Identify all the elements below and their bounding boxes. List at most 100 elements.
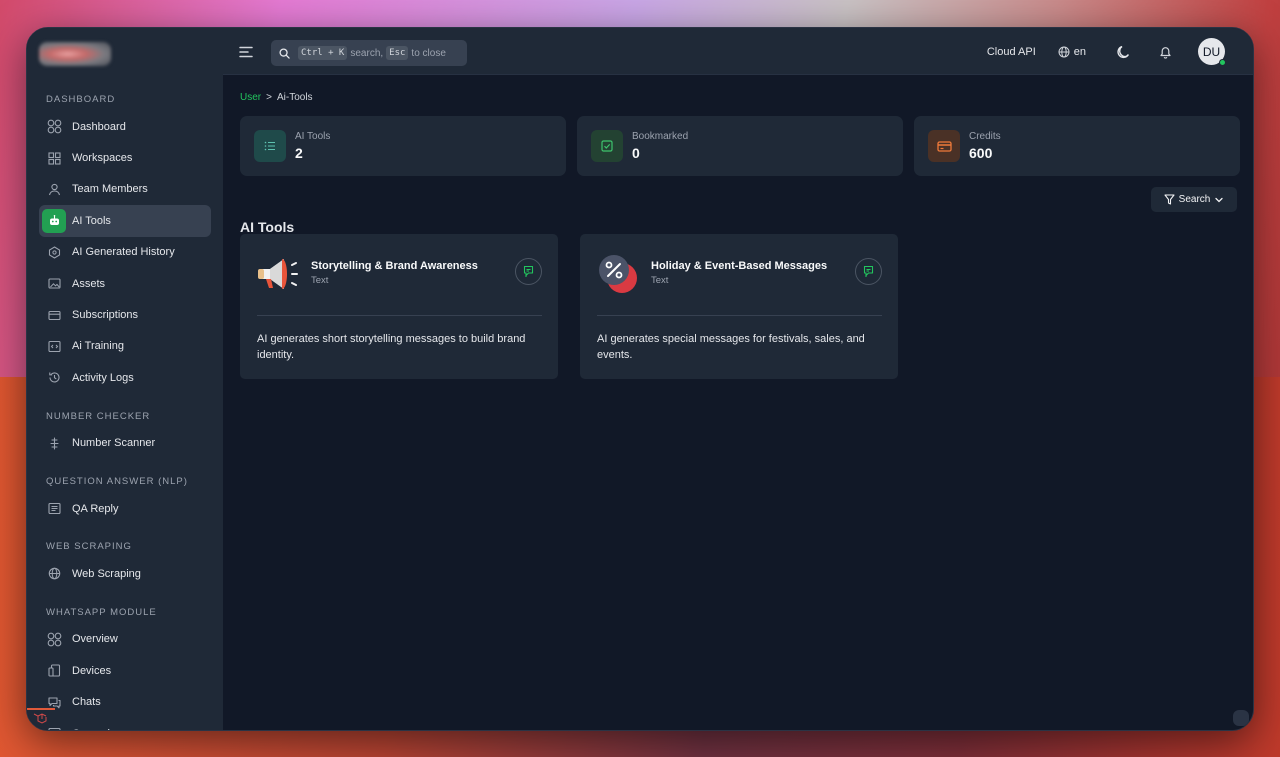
card-divider: [257, 315, 542, 316]
bookmark-icon: [862, 265, 875, 278]
stat-text: Credits 600: [969, 131, 1001, 161]
sidebar-item-label: AI Generated History: [72, 246, 175, 259]
sidebar-item-label: Chats: [72, 696, 101, 709]
dark-mode-toggle-icon[interactable]: [1114, 43, 1132, 61]
sidebar-item-overview[interactable]: Overview: [39, 624, 211, 655]
sidebar-item-label: Number Scanner: [72, 437, 156, 450]
sidebar: DASHBOARD Dashboard Workspaces Team Members…: [27, 28, 223, 730]
search-hint: search,: [350, 47, 384, 59]
logo[interactable]: [39, 42, 111, 66]
sidebar-item-label: Dashboard: [72, 120, 126, 133]
stat-text: Bookmarked 0: [632, 131, 688, 161]
sidebar-item-assets[interactable]: Assets: [39, 268, 211, 299]
sidebar-section-title: WHATSAPP MODULE: [46, 606, 157, 618]
resize-handle[interactable]: [1233, 710, 1249, 726]
tool-card[interactable]: Storytelling & Brand Awareness Text AI gen…: [240, 234, 558, 379]
bell-icon[interactable]: [1156, 43, 1174, 61]
sidebar-item-label: Team Members: [72, 183, 148, 196]
stat-card-credits: Credits 600: [914, 116, 1240, 176]
page-title: AI Tools: [240, 219, 295, 235]
sidebar-item-label: Subscriptions: [72, 309, 139, 322]
breadcrumb-user[interactable]: User: [240, 92, 261, 103]
sidebar-section-title: DASHBOARD: [46, 94, 116, 105]
main-content: User > Ai-Tools AI Tools 2 Bookmarked 0 Credit…: [223, 75, 1253, 730]
sidebar-item-ai-training[interactable]: Ai Training: [39, 331, 211, 362]
cloud-api-link[interactable]: Cloud API: [987, 46, 1036, 58]
list-icon: [254, 130, 286, 162]
sidebar-item-team-members[interactable]: Team Members: [39, 174, 211, 205]
sidebar-item-label: Ai Training: [72, 340, 124, 353]
online-status-dot: [1219, 59, 1226, 66]
search-filter-button[interactable]: Search: [1151, 187, 1237, 212]
grid-icon: [46, 119, 62, 135]
sidebar-nav: DASHBOARD Dashboard Workspaces Team Members…: [39, 83, 211, 730]
tool-type: Text: [311, 275, 329, 286]
globe-icon: [1058, 46, 1074, 58]
stat-label: Bookmarked: [632, 131, 689, 142]
stat-value: 2: [295, 145, 303, 161]
sidebar-item-activity-logs[interactable]: Activity Logs: [39, 362, 211, 393]
tool-card[interactable]: Holiday & Event-Based Messages Text AI gen…: [580, 234, 898, 379]
credit-card-icon: [928, 130, 960, 162]
filter-icon: [1160, 194, 1179, 205]
scanner-icon: [46, 435, 62, 451]
avatar-initials: DU: [1202, 44, 1221, 59]
menu-toggle-icon[interactable]: [239, 45, 253, 58]
breadcrumb-separator: >: [266, 92, 272, 103]
check-icon: [591, 130, 623, 162]
sidebar-item-subscriptions[interactable]: Subscriptions: [39, 299, 211, 330]
search-input[interactable]: Ctrl + K search, Esc to close: [271, 40, 467, 66]
tool-title[interactable]: Storytelling & Brand Awareness: [311, 260, 478, 272]
devices-icon: [46, 663, 62, 679]
language-label: en: [1073, 45, 1086, 58]
sidebar-item-label: Web Scraping: [72, 567, 141, 580]
history-icon: [46, 370, 62, 386]
breadcrumb: User > Ai-Tools: [240, 92, 313, 103]
stat-value: 600: [969, 145, 993, 161]
sidebar-item-number-scanner[interactable]: Number Scanner: [39, 428, 211, 459]
sidebar-item-label: Workspaces: [72, 152, 133, 165]
sidebar-item-label: AI Tools: [72, 214, 111, 227]
sidebar-item-label: QA Reply: [72, 502, 119, 515]
sidebar-bottom-accent: [27, 708, 55, 710]
bookmark-button[interactable]: [855, 258, 882, 285]
stat-value: 0: [632, 145, 640, 161]
language-selector[interactable]: en: [1058, 46, 1086, 58]
grid-icon: [46, 631, 62, 647]
laravel-icon: [33, 712, 49, 726]
tool-title[interactable]: Holiday & Event-Based Messages: [651, 260, 827, 272]
code-icon: [46, 338, 62, 354]
bookmark-button[interactable]: [515, 258, 542, 285]
topbar: Ctrl + K search, Esc to close Cloud API …: [223, 28, 1253, 75]
sidebar-item-chats[interactable]: Chats: [39, 686, 211, 717]
search-hint-tail: to close: [411, 47, 446, 59]
app-window: DASHBOARD Dashboard Workspaces Team Members…: [26, 27, 1254, 731]
discount-badge-icon: [594, 250, 642, 298]
sidebar-item-workspaces[interactable]: Workspaces: [39, 142, 211, 173]
sidebar-item-dashboard[interactable]: Dashboard: [39, 111, 211, 142]
stat-card-ai-tools: AI Tools 2: [240, 116, 566, 176]
sidebar-item-ai-tools[interactable]: AI Tools: [39, 205, 211, 237]
sidebar-item-ai-generated-history[interactable]: AI Generated History: [39, 237, 211, 268]
sidebar-item-label: Campaigns: [72, 728, 128, 730]
image-icon: [46, 276, 62, 292]
sidebar-item-label: Assets: [72, 277, 106, 290]
tool-cards: Storytelling & Brand Awareness Text AI gen…: [240, 234, 898, 379]
search-icon: [279, 47, 290, 59]
stat-label: AI Tools: [295, 131, 331, 142]
escape-key: Esc: [386, 46, 409, 60]
ai-history-icon: [46, 244, 62, 260]
avatar[interactable]: DU: [1198, 38, 1226, 66]
filter-label: Search: [1178, 194, 1211, 205]
sidebar-item-web-scraping[interactable]: Web Scraping: [39, 558, 211, 589]
sidebar-item-label: Devices: [72, 664, 112, 677]
sidebar-item-qa-reply[interactable]: QA Reply: [39, 493, 211, 524]
sidebar-item-devices[interactable]: Devices: [39, 655, 211, 686]
robot-icon: [42, 208, 66, 233]
chevron-down-icon: [1210, 195, 1228, 205]
sidebar-section-title: QUESTION ANSWER (NLP): [46, 475, 188, 487]
megaphone-icon: [254, 250, 302, 298]
reply-icon: [46, 501, 62, 517]
sidebar-item-campaigns[interactable]: Campaigns: [39, 718, 211, 730]
globe-icon: [46, 566, 62, 582]
